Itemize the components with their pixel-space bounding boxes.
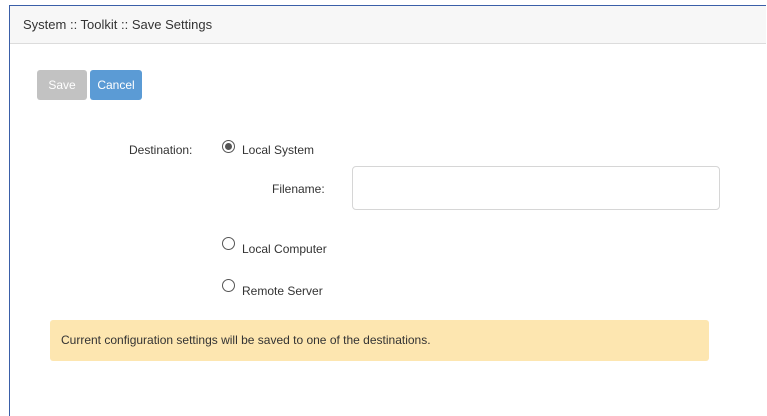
radio-label-remote-server[interactable]: Remote Server [242,284,323,298]
destination-label: Destination: [129,143,193,157]
save-settings-panel: System :: Toolkit :: Save Settings Save … [9,5,766,416]
radio-label-local-system[interactable]: Local System [242,143,314,157]
filename-input[interactable] [352,166,720,210]
radio-remote-server[interactable] [222,279,235,292]
radio-label-local-computer[interactable]: Local Computer [242,242,327,256]
breadcrumb: System :: Toolkit :: Save Settings [23,17,213,32]
info-notice: Current configuration settings will be s… [50,320,709,361]
notice-text: Current configuration settings will be s… [61,333,431,347]
radio-local-computer[interactable] [222,237,235,250]
cancel-button[interactable]: Cancel [90,70,142,100]
radio-local-system[interactable] [222,140,235,153]
panel-header: System :: Toolkit :: Save Settings [10,6,766,44]
filename-label: Filename: [272,182,325,196]
save-button[interactable]: Save [37,70,87,100]
